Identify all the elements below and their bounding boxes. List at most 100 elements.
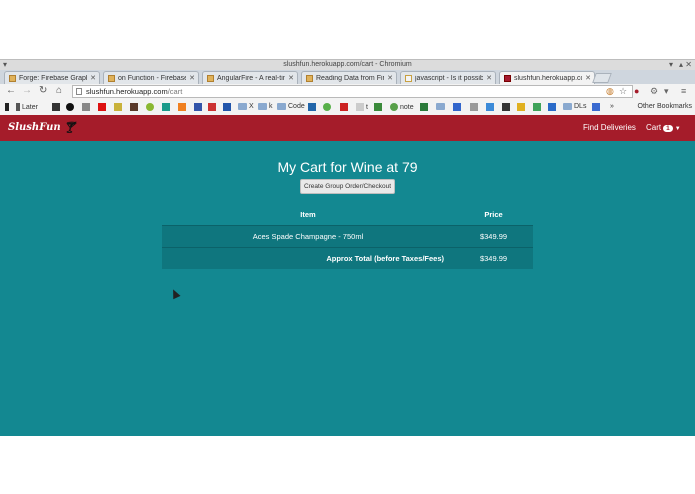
bookmark-favicon[interactable] xyxy=(82,103,92,111)
reload-icon[interactable]: ↻ xyxy=(39,85,47,96)
bookmark-favicon[interactable] xyxy=(178,103,188,111)
bookmark-label: DLs xyxy=(574,103,587,110)
settings-gear-icon[interactable]: ⚙ xyxy=(650,86,658,97)
cocktail-glass-icon: 🍸︎ xyxy=(62,121,77,134)
firebase-icon xyxy=(306,74,313,82)
bookmark-favicon[interactable] xyxy=(374,103,384,111)
bookmark-favicon[interactable] xyxy=(98,103,108,111)
bookmark-favicon[interactable] xyxy=(146,103,156,111)
cart-count-badge: 1 xyxy=(663,125,673,132)
bookmark-favicon[interactable] xyxy=(420,103,430,111)
bookmark-favicon[interactable] xyxy=(502,103,512,111)
bookmark-note[interactable]: note xyxy=(390,103,414,111)
site-icon xyxy=(323,103,331,111)
bookmark-favicon[interactable] xyxy=(592,103,602,111)
bookmark-label: note xyxy=(400,103,414,111)
bookmark-folder-code[interactable]: Code xyxy=(277,103,305,110)
site-icon xyxy=(82,103,90,111)
site-icon xyxy=(486,103,494,111)
bookmark-label: Code xyxy=(288,103,305,110)
maximize-icon[interactable]: ▴ xyxy=(679,60,683,69)
header-item: Item xyxy=(300,210,316,219)
bookmarks-overflow-icon[interactable]: » xyxy=(610,103,614,110)
site-icon xyxy=(533,103,541,111)
url-path: /cart xyxy=(167,87,183,96)
bookmark-folder[interactable] xyxy=(436,103,447,110)
tab-close-icon[interactable]: ✕ xyxy=(90,74,96,82)
bookmark-favicon[interactable] xyxy=(308,103,318,111)
bookmark-folder-dls[interactable]: DLs xyxy=(563,103,586,110)
bookmark-favicon[interactable] xyxy=(208,103,218,111)
bookmark-folder-k[interactable]: k xyxy=(258,103,273,110)
tab-close-icon[interactable]: ✕ xyxy=(288,74,294,82)
bookmark-favicon[interactable] xyxy=(517,103,527,111)
tab-close-icon[interactable]: ✕ xyxy=(486,74,492,82)
home-icon[interactable]: ⌂ xyxy=(56,85,62,96)
bookmark-favicon[interactable] xyxy=(548,103,558,111)
bookmark-favicon[interactable] xyxy=(323,103,333,111)
create-group-order-button[interactable]: Create Group Order/Checkout xyxy=(300,179,395,194)
forward-icon[interactable]: → xyxy=(22,85,32,96)
bookmark-favicon[interactable] xyxy=(533,103,543,111)
bookmark-label: t xyxy=(366,103,368,111)
bookmark-favicon[interactable] xyxy=(66,103,76,111)
bookmark-later[interactable]: Later xyxy=(16,103,38,111)
url-host: slushfun.herokuapp.com xyxy=(86,87,168,96)
folder-icon xyxy=(277,103,286,110)
tab-forge[interactable]: Forge: Firebase Graphical I ✕ xyxy=(4,71,100,84)
other-bookmarks-label: Other Bookmarks xyxy=(637,103,692,110)
cart-item-price: $349.99 xyxy=(454,225,533,248)
find-deliveries-link[interactable]: Find Deliveries xyxy=(583,123,636,132)
cart-dropdown[interactable]: Cart 1 ▼ xyxy=(646,123,681,132)
total-label: Approx Total (before Taxes/Fees) xyxy=(162,247,454,269)
site-icon xyxy=(98,103,106,111)
bookmark-favicon[interactable] xyxy=(130,103,140,111)
back-icon[interactable]: ← xyxy=(6,85,16,96)
bookmark-favicon[interactable] xyxy=(470,103,480,111)
bookmark-t[interactable]: t xyxy=(356,103,368,111)
dropdown-icon[interactable]: ▾ xyxy=(664,86,669,97)
bookmark-favicon[interactable] xyxy=(194,103,204,111)
other-bookmarks[interactable]: Other Bookmarks xyxy=(638,103,692,110)
bookmark-label: k xyxy=(269,103,273,110)
site-icon xyxy=(374,103,382,111)
bookmark-star-icon[interactable]: ☆ xyxy=(619,86,627,97)
bookmark-favicon[interactable] xyxy=(453,103,463,111)
bookmark-favicon[interactable] xyxy=(340,103,350,111)
site-icon xyxy=(548,103,556,111)
brand-logo[interactable]: SlushFun 🍸︎ xyxy=(8,121,77,134)
site-icon xyxy=(517,103,525,111)
bookmark-favicon[interactable] xyxy=(114,103,124,111)
tab-close-icon[interactable]: ✕ xyxy=(189,74,195,82)
total-row: Approx Total (before Taxes/Fees) $349.99 xyxy=(162,247,533,269)
cart-item-name: Aces Spade Champagne - 750ml xyxy=(162,225,454,248)
site-icon xyxy=(223,103,231,111)
caret-down-icon: ▼ xyxy=(674,126,681,132)
tab-close-icon[interactable]: ✕ xyxy=(387,74,393,82)
bookmark-favicon[interactable] xyxy=(486,103,496,111)
bookmarks-bar: Later X k Code t note DLs » Other Bookma… xyxy=(0,100,695,116)
bookmark-favicon[interactable] xyxy=(223,103,233,111)
site-icon xyxy=(308,103,316,111)
menu-icon[interactable]: ≡ xyxy=(681,86,686,96)
extension-red-icon[interactable]: ● xyxy=(634,86,639,96)
new-tab-button[interactable] xyxy=(592,73,612,83)
cart-label: Cart xyxy=(646,123,662,132)
extension-icon[interactable]: ◍ xyxy=(606,86,614,97)
address-bar[interactable]: slushfun.herokuapp.com/cart xyxy=(72,85,633,98)
minimize-icon[interactable]: ▾ xyxy=(669,60,673,69)
bookmark-instapaper[interactable] xyxy=(5,103,11,111)
bookmark-folder-x[interactable]: X xyxy=(238,103,254,110)
tab-angularfire[interactable]: AngularFire - A real-time b ✕ xyxy=(202,71,298,84)
site-icon xyxy=(162,103,170,111)
site-icon xyxy=(146,103,154,111)
tab-close-icon[interactable]: ✕ xyxy=(585,74,591,82)
bookmark-favicon[interactable] xyxy=(162,103,172,111)
tab-on-function[interactable]: on Function - Firebase Java ✕ xyxy=(103,71,199,84)
tab-javascript[interactable]: javascript - Is it possible to ✕ xyxy=(400,71,496,84)
close-window-icon[interactable]: ✕ xyxy=(685,60,692,69)
tab-slushfun[interactable]: slushfun.herokuapp.com/c ✕ xyxy=(499,71,595,84)
bookmark-favicon[interactable] xyxy=(52,103,62,111)
folder-icon xyxy=(238,103,247,110)
tab-reading-data[interactable]: Reading Data from Fireba ✕ xyxy=(301,71,397,84)
